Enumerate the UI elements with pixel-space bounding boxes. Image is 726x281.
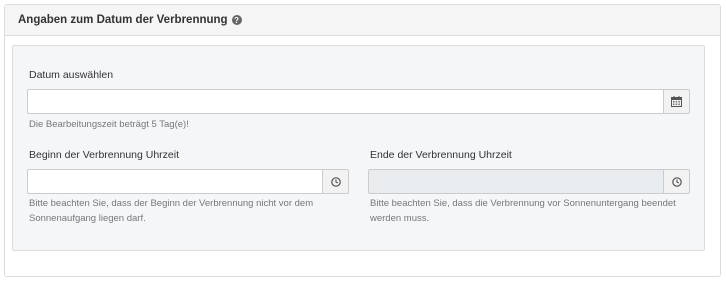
start-time-picker-button[interactable] xyxy=(322,169,349,194)
date-picker-button[interactable] xyxy=(663,89,690,114)
date-input[interactable] xyxy=(27,89,663,114)
form-section: Datum auswählen Die Bearbeitungszeit bet… xyxy=(12,45,705,251)
end-time-help: Bitte beachten Sie, dass die Verbrennung… xyxy=(370,198,676,224)
end-time-input xyxy=(368,169,663,194)
start-time-help: Bitte beachten Sie, dass der Beginn der … xyxy=(29,198,314,224)
start-time-label: Beginn der Verbrennung Uhrzeit xyxy=(29,149,180,161)
end-time-picker-button[interactable] xyxy=(663,169,690,194)
date-label: Datum auswählen xyxy=(29,69,114,81)
panel-heading: Angaben zum Datum der Verbrennung ? xyxy=(5,5,720,36)
start-time-input[interactable] xyxy=(27,169,322,194)
start-time-input-group xyxy=(27,169,349,194)
clock-icon xyxy=(330,176,341,187)
question-circle-icon[interactable]: ? xyxy=(231,15,242,25)
end-time-input-group xyxy=(368,169,690,194)
end-time-label: Ende der Verbrennung Uhrzeit xyxy=(370,149,512,161)
date-input-group xyxy=(27,89,690,114)
calendar-icon xyxy=(671,96,682,107)
panel-title: Angaben zum Datum der Verbrennung xyxy=(18,14,228,26)
clock-icon xyxy=(671,176,682,187)
processing-time-help: Die Bearbeitungszeit beträgt 5 Tag(e)! xyxy=(29,119,189,130)
